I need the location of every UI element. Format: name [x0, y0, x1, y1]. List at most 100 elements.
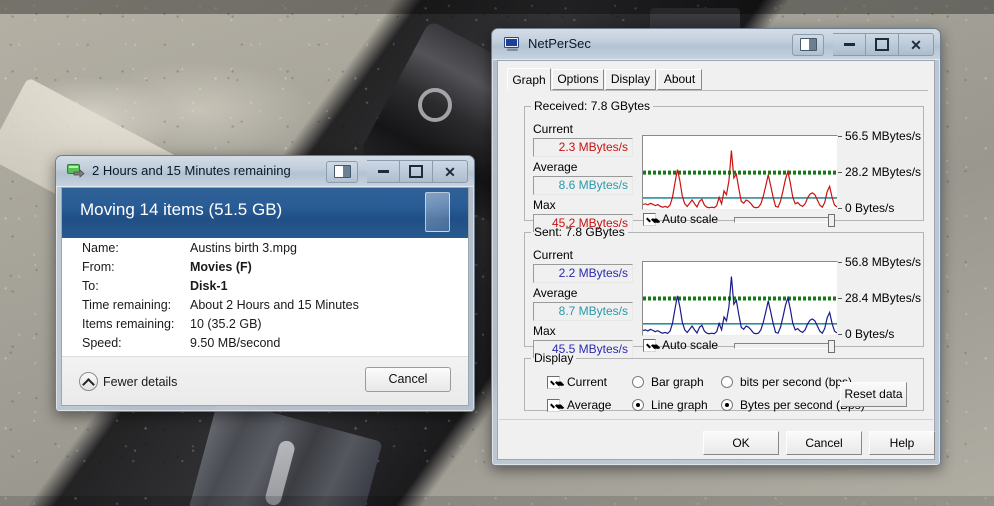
file-move-icon: [67, 164, 85, 178]
desktop: NetPerSec ✕ Graph Options Display About …: [0, 0, 994, 506]
received-scale-slider[interactable]: [734, 217, 834, 223]
received-tick-bottom: [838, 208, 842, 209]
reset-data-button[interactable]: Reset data: [840, 382, 907, 407]
field-label-name: Name:: [82, 241, 119, 255]
close-button[interactable]: ✕: [899, 33, 934, 56]
close-icon: ✕: [444, 163, 456, 180]
fewer-details-label: Fewer details: [103, 374, 178, 389]
tab-display[interactable]: Display: [605, 69, 656, 90]
sent-legend: Sent: 7.8 GBytes: [534, 225, 625, 239]
sent-scale-mid: 28.4 MBytes/s: [845, 291, 922, 305]
chevron-up-icon: [79, 372, 98, 391]
display-linegraph-label: Line graph: [651, 398, 708, 412]
copy-dialog-content: Moving 14 items (51.5 GB) Name: Austins …: [61, 187, 469, 406]
received-max-label: Max: [533, 198, 556, 212]
wallpaper-top-shadow: [0, 0, 994, 14]
netpersec-cancel-button[interactable]: Cancel: [786, 431, 862, 455]
netpersec-window-controls[interactable]: ✕: [792, 33, 934, 56]
display-bps-radio[interactable]: [721, 376, 733, 388]
display-Bps-radio[interactable]: [721, 399, 733, 411]
maximize-button[interactable]: [866, 33, 899, 56]
field-label-speed: Speed:: [82, 336, 122, 350]
netpersec-titlebar[interactable]: NetPerSec ✕: [492, 29, 940, 60]
wallpaper-sling-ring: [418, 88, 452, 122]
display-current-checkbox[interactable]: [547, 376, 560, 389]
sent-max-label: Max: [533, 324, 556, 338]
help-button[interactable]: Help: [869, 431, 935, 455]
sent-scale-top: 56.8 MBytes/s: [845, 255, 922, 269]
sent-current-label: Current: [533, 248, 574, 262]
received-scale-bottom: 0 Bytes/s: [845, 201, 895, 215]
aero-panel-button[interactable]: [792, 33, 824, 56]
maximize-icon: [875, 38, 889, 51]
tab-about[interactable]: About: [657, 69, 702, 90]
minimize-icon: [377, 170, 389, 173]
display-linegraph-radio[interactable]: [632, 399, 644, 411]
field-value-name: Austins birth 3.mpg: [190, 241, 297, 255]
close-button[interactable]: ✕: [433, 160, 468, 183]
minimize-icon: [843, 43, 855, 46]
field-label-to: To:: [82, 279, 99, 293]
field-value-items-remaining: 10 (35.2 GB): [190, 317, 262, 331]
netpersec-window[interactable]: NetPerSec ✕ Graph Options Display About …: [491, 28, 941, 466]
display-bargraph-radio[interactable]: [632, 376, 644, 388]
display-legend: Display: [534, 351, 574, 365]
received-tick-mid: [838, 172, 842, 173]
document-stack-icon: [425, 192, 450, 232]
footer-separator: [499, 419, 933, 420]
display-average-label: Average: [567, 398, 612, 412]
field-label-time-remaining: Time remaining:: [82, 298, 172, 312]
received-average-value: 8.6 MBytes/s: [533, 176, 633, 195]
copy-dialog-window-controls[interactable]: ✕: [326, 160, 468, 183]
sent-graph: [642, 261, 838, 336]
sent-scale-bottom: 0 Bytes/s: [845, 327, 895, 341]
received-scale-top: 56.5 MBytes/s: [845, 129, 922, 143]
sent-group: Sent: 7.8 GBytes Current 2.2 MBytes/s Av…: [524, 225, 924, 359]
sent-tick-mid: [838, 298, 842, 299]
received-group: Received: 7.8 GBytes Current 2.3 MBytes/…: [524, 99, 924, 233]
copy-dialog-hero: Moving 14 items (51.5 GB): [62, 188, 468, 238]
received-autoscale-label: Auto scale: [662, 212, 719, 226]
fewer-details-toggle[interactable]: Fewer details: [79, 372, 177, 391]
minimize-button[interactable]: [367, 160, 400, 183]
tab-options[interactable]: Options: [552, 69, 604, 90]
received-graph: [642, 135, 838, 210]
field-value-to: Disk-1: [190, 279, 228, 293]
aero-panel-button[interactable]: [326, 160, 358, 183]
field-value-speed: 9.50 MB/second: [190, 336, 281, 350]
sent-tick-top: [838, 262, 842, 263]
field-value-time-remaining: About 2 Hours and 15 Minutes: [190, 298, 359, 312]
monitor-icon: [504, 37, 519, 51]
received-legend: Received: 7.8 GBytes: [534, 99, 651, 113]
sent-scale-slider[interactable]: [734, 343, 834, 349]
received-average-label: Average: [533, 160, 578, 174]
sent-tick-bottom: [838, 334, 842, 335]
display-group: Display Current Average Bar graph Line g…: [524, 351, 924, 412]
copy-progress-dialog[interactable]: 2 Hours and 15 Minutes remaining ✕ Movin…: [55, 155, 475, 412]
field-label-from: From:: [82, 260, 115, 274]
netpersec-title: NetPerSec: [528, 36, 591, 51]
field-value-from: Movies (F): [190, 260, 252, 274]
received-scale-mid: 28.2 MBytes/s: [845, 165, 922, 179]
sent-average-label: Average: [533, 286, 578, 300]
received-current-value: 2.3 MBytes/s: [533, 138, 633, 157]
netpersec-content: Graph Options Display About Received: 7.…: [497, 60, 935, 460]
wallpaper-bottom-shadow: [0, 496, 994, 506]
minimize-button[interactable]: [833, 33, 866, 56]
sent-average-value: 8.7 MBytes/s: [533, 302, 633, 321]
sent-autoscale-label: Auto scale: [662, 338, 719, 352]
netpersec-tabstrip[interactable]: Graph Options Display About: [507, 68, 928, 91]
tabstrip-underline: [507, 90, 928, 91]
maximize-button[interactable]: [400, 160, 433, 183]
tab-graph[interactable]: Graph: [507, 68, 551, 91]
copy-dialog-footer: Fewer details Cancel: [62, 356, 468, 405]
display-average-checkbox[interactable]: [547, 399, 560, 412]
sent-graph-canvas: [643, 276, 837, 335]
received-tick-top: [838, 136, 842, 137]
received-graph-canvas: [643, 150, 837, 209]
display-bps-label: bits per second (bps): [740, 375, 853, 389]
copy-dialog-titlebar[interactable]: 2 Hours and 15 Minutes remaining ✕: [56, 156, 474, 187]
copy-cancel-button[interactable]: Cancel: [365, 367, 451, 392]
ok-button[interactable]: OK: [703, 431, 779, 455]
received-current-label: Current: [533, 122, 574, 136]
